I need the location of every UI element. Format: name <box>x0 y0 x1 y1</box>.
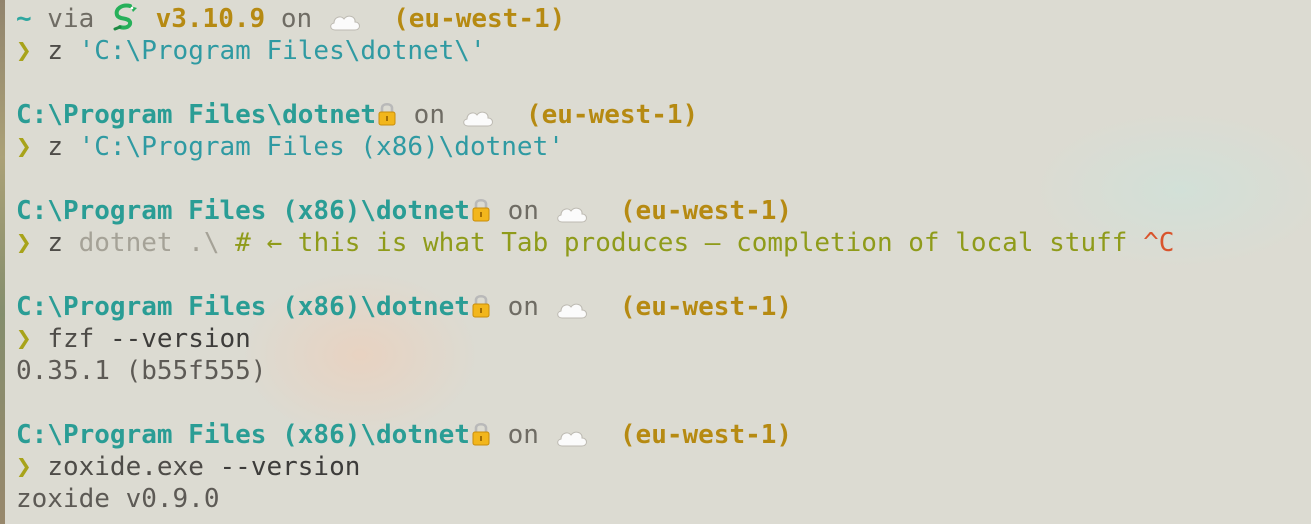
prompt-status-line: C:\Program Files (x86)\dotnet on (eu-wes… <box>16 419 1311 451</box>
cwd-tilde: ~ <box>16 4 32 34</box>
command-name: z <box>47 36 63 66</box>
prompt-chevron: ❯ <box>16 36 32 66</box>
cloud-icon <box>461 104 495 126</box>
command-line: ❯ z 'C:\Program Files\dotnet\' <box>16 35 1311 67</box>
cloud-icon <box>555 200 589 222</box>
prompt-chevron: ❯ <box>16 452 32 482</box>
cloud-icon <box>328 8 362 30</box>
command-line: ❯ z 'C:\Program Files (x86)\dotnet' <box>16 131 1311 163</box>
command-argument: --version <box>109 324 251 354</box>
on-label: on <box>491 420 555 450</box>
command-comment: # ← this is what Tab produces – completi… <box>235 228 1128 258</box>
command-name: z <box>47 132 63 162</box>
interrupt-marker: ^C <box>1143 228 1175 258</box>
command-line: ❯ zoxide.exe --version <box>16 451 1311 483</box>
command-argument: --version <box>219 452 361 482</box>
terminal-output[interactable]: ~ via v3.10.9 on (eu-west-1) ❯ z 'C:\Pro… <box>16 3 1311 515</box>
autocomplete-text: dotnet .\ <box>78 228 220 258</box>
command-name: z <box>47 228 63 258</box>
command-name: zoxide.exe <box>47 452 204 482</box>
aws-region: (eu-west-1) <box>619 196 793 226</box>
prompt-status-line: C:\Program Files\dotnet on (eu-west-1) <box>16 99 1311 131</box>
command-argument: 'C:\Program Files\dotnet\' <box>78 36 486 66</box>
command-line: ❯ z dotnet .\ # ← this is what Tab produ… <box>16 227 1311 259</box>
on-label: on <box>491 196 555 226</box>
on-label: on <box>398 100 461 130</box>
lock-icon <box>470 197 492 223</box>
cloud-icon <box>555 424 589 446</box>
command-argument: 'C:\Program Files (x86)\dotnet' <box>78 132 564 162</box>
command-name: fzf <box>47 324 95 354</box>
prompt-chevron: ❯ <box>16 228 32 258</box>
via-label: via <box>31 4 110 34</box>
prompt-chevron: ❯ <box>16 132 32 162</box>
prompt-status-line: C:\Program Files (x86)\dotnet on (eu-wes… <box>16 291 1311 323</box>
cwd-path: C:\Program Files (x86)\dotnet <box>16 292 470 322</box>
prompt-chevron: ❯ <box>16 324 32 354</box>
command-output: 0.35.1 (b55f555) <box>16 356 267 386</box>
on-label: on <box>265 4 328 34</box>
python-version: v3.10.9 <box>155 4 266 34</box>
prompt-status-line: ~ via v3.10.9 on (eu-west-1) <box>16 3 1311 35</box>
aws-region: (eu-west-1) <box>619 292 793 322</box>
command-output: zoxide v0.9.0 <box>16 484 220 514</box>
prompt-status-line: C:\Program Files (x86)\dotnet on (eu-wes… <box>16 195 1311 227</box>
lock-icon <box>376 101 398 127</box>
cloud-icon <box>555 296 589 318</box>
on-label: on <box>491 292 555 322</box>
window-edge <box>0 0 5 524</box>
aws-region: (eu-west-1) <box>393 4 566 34</box>
snake-icon <box>110 3 140 31</box>
cwd-path: C:\Program Files (x86)\dotnet <box>16 196 470 226</box>
aws-region: (eu-west-1) <box>619 420 793 450</box>
command-line: ❯ fzf --version <box>16 323 1311 355</box>
lock-icon <box>470 293 492 319</box>
cwd-path: C:\Program Files (x86)\dotnet <box>16 420 470 450</box>
aws-region: (eu-west-1) <box>525 100 699 130</box>
cwd-path: C:\Program Files\dotnet <box>16 100 377 130</box>
lock-icon <box>470 421 492 447</box>
